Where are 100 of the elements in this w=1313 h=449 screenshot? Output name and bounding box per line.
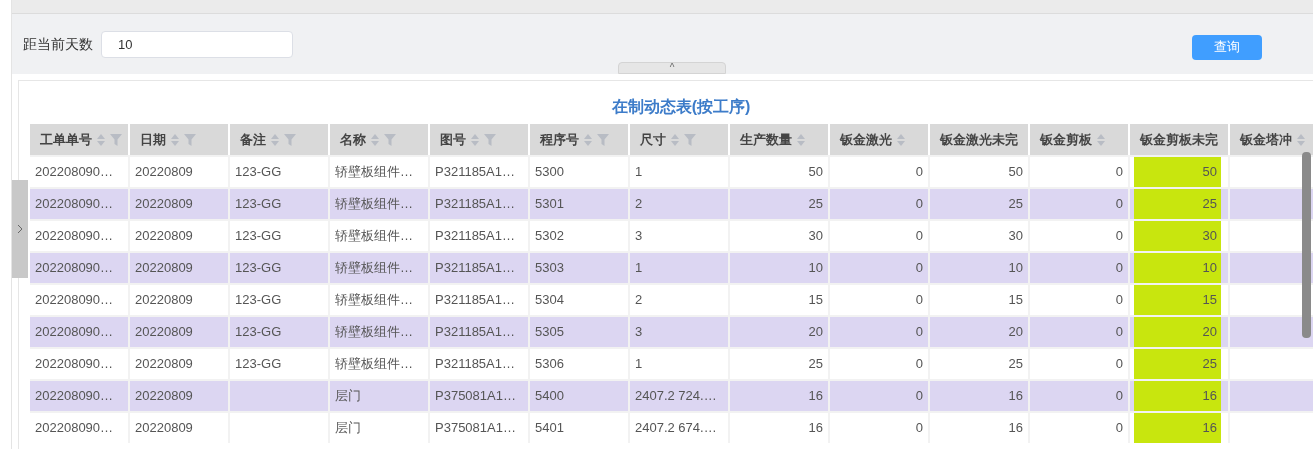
table-cell: 15	[1134, 285, 1221, 315]
table-row[interactable]: 202208090… 20220809 123-GG 轿壁板组件… P321185A1… 5301 2 25 0 25 0 25	[30, 187, 1313, 219]
table-cell-text: 202208090…	[34, 227, 115, 246]
table-cell-text: 0	[1114, 259, 1124, 278]
table-cell-text: 25	[1007, 355, 1024, 374]
table-title: 在制动态表(按工序)	[610, 97, 752, 117]
column-header-label: 日期	[140, 130, 166, 149]
table-row[interactable]: 202208090… 20220809 123-GG 轿壁板组件… P321185A1… 5302 3 30 0 30 0 30	[30, 219, 1313, 251]
table-cell-text: P375081A1…	[434, 419, 517, 438]
table-row[interactable]: 202208090… 20220809 123-GG 轿壁板组件… P321185A1… 5300 1 50 0 50 0 50	[30, 155, 1313, 187]
table-cell-text: 2407.2 674.…	[634, 419, 718, 438]
table-cell-text: 202208090…	[34, 419, 115, 438]
days-input[interactable]: 10	[101, 30, 293, 58]
table-cell-text: 1	[634, 163, 644, 182]
table-cell-text: 202208090…	[34, 387, 115, 406]
collapse-tab[interactable]: ^	[618, 62, 726, 74]
table-row[interactable]: 202208090… 20220809 123-GG 轿壁板组件… P321185A1… 5306 1 25 0 25 0 25	[30, 347, 1313, 379]
filter-icon[interactable]	[597, 133, 609, 146]
sort-icon[interactable]	[796, 132, 806, 147]
column-header-label: 图号	[440, 130, 466, 149]
column-header-label: 钣金剪板未完	[1140, 130, 1218, 149]
table-cell-text: 123-GG	[234, 195, 283, 214]
table-cell-text: P321185A1…	[434, 355, 516, 374]
table-cell-text: 5400	[534, 387, 565, 406]
table-cell: 16	[1134, 381, 1221, 411]
table-cell-text: 轿壁板组件…	[334, 163, 414, 182]
table-cell-text: 0	[1114, 227, 1124, 246]
sort-icon[interactable]	[270, 132, 280, 147]
table-cell-text: 123-GG	[234, 355, 283, 374]
table-cell-text: 20	[807, 323, 824, 342]
table-cell-text: P321185A1…	[434, 323, 516, 342]
column-header-label: 钣金激光	[840, 130, 892, 149]
sort-icon[interactable]	[1296, 132, 1306, 147]
table-cell-text: 轿壁板组件…	[334, 291, 414, 310]
table-cell-text: P375081A1…	[434, 387, 517, 406]
filter-icon[interactable]	[110, 133, 122, 146]
side-expand-handle[interactable]	[12, 180, 28, 278]
table-cell-text: 0	[914, 227, 924, 246]
table-cell-text: 16	[807, 419, 824, 438]
table-row[interactable]: 202208090… 20220809 123-GG 轿壁板组件… P321185A1… 5305 3 20 0 20 0 20	[30, 315, 1313, 347]
table-cell-text: 0	[914, 323, 924, 342]
column-header-label: 名称	[340, 130, 366, 149]
sort-icon[interactable]	[670, 132, 680, 147]
table-cell-text: 16	[1007, 419, 1024, 438]
column-header-label: 钣金塔冲	[1240, 130, 1292, 149]
table-cell-text: 202208090…	[34, 163, 115, 182]
table-cell-text: 1	[634, 355, 644, 374]
table-cell-text: 16	[1007, 387, 1024, 406]
table-row[interactable]: 202208090… 20220809 层门 P375081A1… 5401 2407.2 674.… 16 0 16 0 16	[30, 411, 1313, 443]
table-cell-text: 5301	[534, 195, 565, 214]
table-cell-text: 2	[634, 195, 644, 214]
table-cell-text: 20220809	[134, 163, 194, 182]
table-cell-text: 0	[914, 163, 924, 182]
table-cell-text: 0	[1114, 387, 1124, 406]
table-cell: 25	[1134, 189, 1221, 219]
filter-icon[interactable]	[384, 133, 396, 146]
chevron-right-icon	[17, 224, 23, 234]
filter-icon[interactable]	[184, 133, 196, 146]
table-row[interactable]: 202208090… 20220809 123-GG 轿壁板组件… P321185A1… 5304 2 15 0 15 0 15	[30, 283, 1313, 315]
table-cell: 25	[1134, 349, 1221, 379]
sort-icon[interactable]	[583, 132, 593, 147]
table-cell-text: 0	[914, 419, 924, 438]
sort-icon[interactable]	[96, 132, 106, 147]
filter-icon[interactable]	[284, 133, 296, 146]
table-cell-text: 0	[914, 259, 924, 278]
table-cell-text: 202208090…	[34, 195, 115, 214]
table-cell-text: 2407.2 724.…	[634, 387, 718, 406]
column-header-label: 程序号	[540, 130, 579, 149]
sort-icon[interactable]	[170, 132, 180, 147]
table-cell-text: 10	[1007, 259, 1024, 278]
table-cell-text: 20220809	[134, 419, 194, 438]
table-cell: 50	[1134, 157, 1221, 187]
table-cell-text: 层门	[334, 387, 362, 406]
table-cell-text: 20220809	[134, 227, 194, 246]
table-cell-text: 10	[807, 259, 824, 278]
table-cell: 30	[1134, 221, 1221, 251]
table-cell-text: 3	[634, 323, 644, 342]
table-cell-text: 30	[1007, 227, 1024, 246]
sort-icon[interactable]	[470, 132, 480, 147]
filter-icon[interactable]	[484, 133, 496, 146]
sort-icon[interactable]	[370, 132, 380, 147]
table-cell-text: 5302	[534, 227, 565, 246]
column-header-label: 尺寸	[640, 130, 666, 149]
table-cell-text: P321185A1…	[434, 259, 516, 278]
table-cell-text: 16	[807, 387, 824, 406]
table-cell-text: 0	[1114, 323, 1124, 342]
table-cell: 16	[1134, 413, 1221, 443]
table-row[interactable]: 202208090… 20220809 123-GG 轿壁板组件… P321185A1… 5303 1 10 0 10 0 10	[30, 251, 1313, 283]
table-cell-text: 轿壁板组件…	[334, 259, 414, 278]
sort-icon[interactable]	[1096, 132, 1106, 147]
table-cell-text: 20	[1007, 323, 1024, 342]
sort-icon[interactable]	[896, 132, 906, 147]
filter-icon[interactable]	[684, 133, 696, 146]
table-cell-text: 123-GG	[234, 259, 283, 278]
table-cell-text: P321185A1…	[434, 163, 516, 182]
table-row[interactable]: 202208090… 20220809 层门 P375081A1… 5400 2407.2 724.… 16 0 16 0 16	[30, 379, 1313, 411]
table-cell-text: 123-GG	[234, 163, 283, 182]
table-cell-text: 15	[807, 291, 824, 310]
scrollbar-thumb[interactable]	[1302, 152, 1311, 338]
table-cell-text: 202208090…	[34, 259, 115, 278]
